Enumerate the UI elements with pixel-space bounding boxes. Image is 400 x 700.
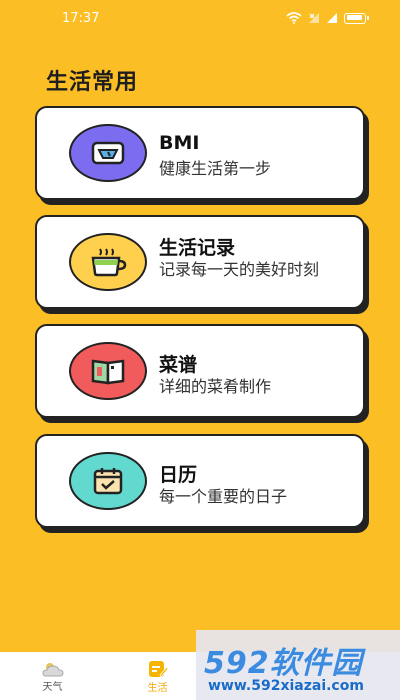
calendar-check-icon [93, 468, 123, 495]
calendar-title: 日历 [159, 464, 198, 486]
signal-x-icon [309, 13, 319, 23]
watermark-url: www.592xiazai.com [208, 678, 364, 694]
coffee-cup-icon [91, 248, 127, 277]
watermark-brand: 592软件园 [204, 646, 363, 681]
status-bar: 17:37 [0, 0, 400, 36]
calendar-desc: 每一个重要的日子 [159, 487, 288, 506]
recipe-title: 菜谱 [159, 354, 198, 376]
page-title: 生活常用 [46, 70, 139, 95]
tab-life[interactable]: 生活 [105, 652, 210, 700]
status-time: 17:37 [62, 10, 100, 26]
recipe-desc: 详细的菜肴制作 [159, 377, 272, 396]
life-record-card[interactable]: 生活记录 记录每一天的美好时刻 [35, 215, 365, 309]
life-icon [148, 660, 168, 678]
wifi-icon [286, 12, 302, 24]
calendar-icon-circle [69, 452, 147, 510]
scale-icon [91, 141, 125, 165]
life-record-desc: 记录每一天的美好时刻 [159, 260, 320, 279]
battery-icon [344, 12, 369, 24]
bmi-icon-circle [69, 124, 147, 182]
bmi-title: BMI [159, 132, 200, 154]
weather-icon [41, 662, 64, 676]
life-record-icon-circle [69, 233, 147, 291]
book-icon [91, 359, 125, 385]
bmi-card[interactable]: BMI 健康生活第一步 [35, 106, 365, 200]
recipe-card[interactable]: 菜谱 详细的菜肴制作 [35, 324, 365, 418]
bmi-desc: 健康生活第一步 [159, 159, 272, 178]
tab-weather[interactable]: 天气 [0, 652, 105, 700]
watermark: 592软件园 www.592xiazai.com [196, 630, 400, 700]
recipe-icon-circle [69, 342, 147, 400]
signal-icon [327, 13, 337, 23]
calendar-card[interactable]: 日历 每一个重要的日子 [35, 434, 365, 528]
tab-weather-label: 天气 [42, 681, 63, 693]
tab-life-label: 生活 [147, 682, 168, 694]
life-record-title: 生活记录 [159, 237, 236, 259]
status-icons [286, 12, 369, 24]
